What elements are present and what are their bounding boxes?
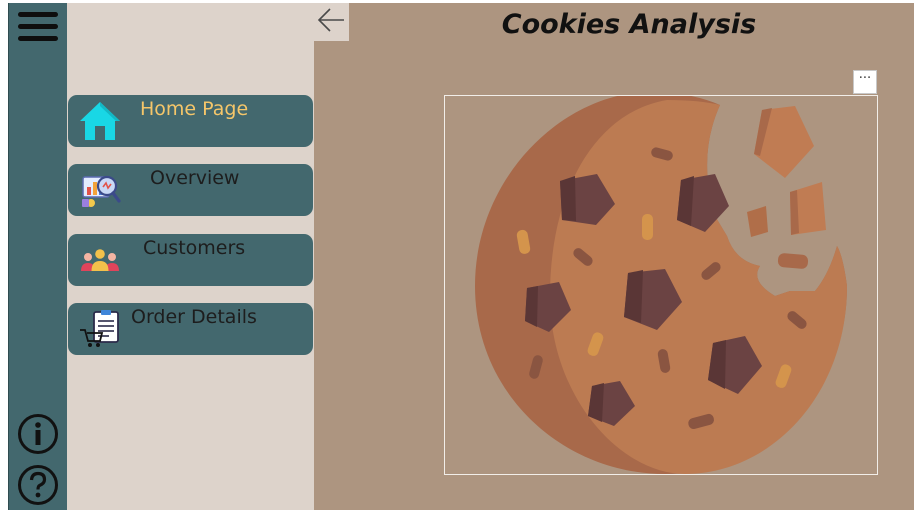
nav-home-page[interactable]: Home Page [68, 95, 313, 147]
report-canvas: Cookies Analysis ··· [314, 3, 914, 510]
info-icon[interactable] [17, 413, 59, 455]
nav-customers[interactable]: Customers [68, 234, 313, 286]
menu-panel: Home Page Overview Customers Order Detai… [67, 3, 314, 510]
customers-icon [78, 239, 122, 281]
analytics-icon [78, 169, 122, 211]
more-options-button[interactable]: ··· [853, 70, 877, 94]
back-arrow-icon[interactable] [314, 3, 349, 41]
left-rail [8, 3, 67, 510]
home-icon [78, 100, 122, 142]
nav-label: Customers [143, 237, 246, 259]
hamburger-menu-icon[interactable] [18, 11, 58, 43]
nav-overview[interactable]: Overview [68, 164, 313, 216]
nav-label: Home Page [140, 98, 249, 120]
nav-label: Overview [150, 167, 240, 189]
cookie-image [444, 95, 878, 475]
page-title: Cookies Analysis [501, 9, 757, 40]
nav-label: Order Details [131, 306, 257, 328]
nav-order-details[interactable]: Order Details [68, 303, 313, 355]
help-icon[interactable] [17, 464, 59, 506]
order-details-icon [78, 308, 122, 350]
